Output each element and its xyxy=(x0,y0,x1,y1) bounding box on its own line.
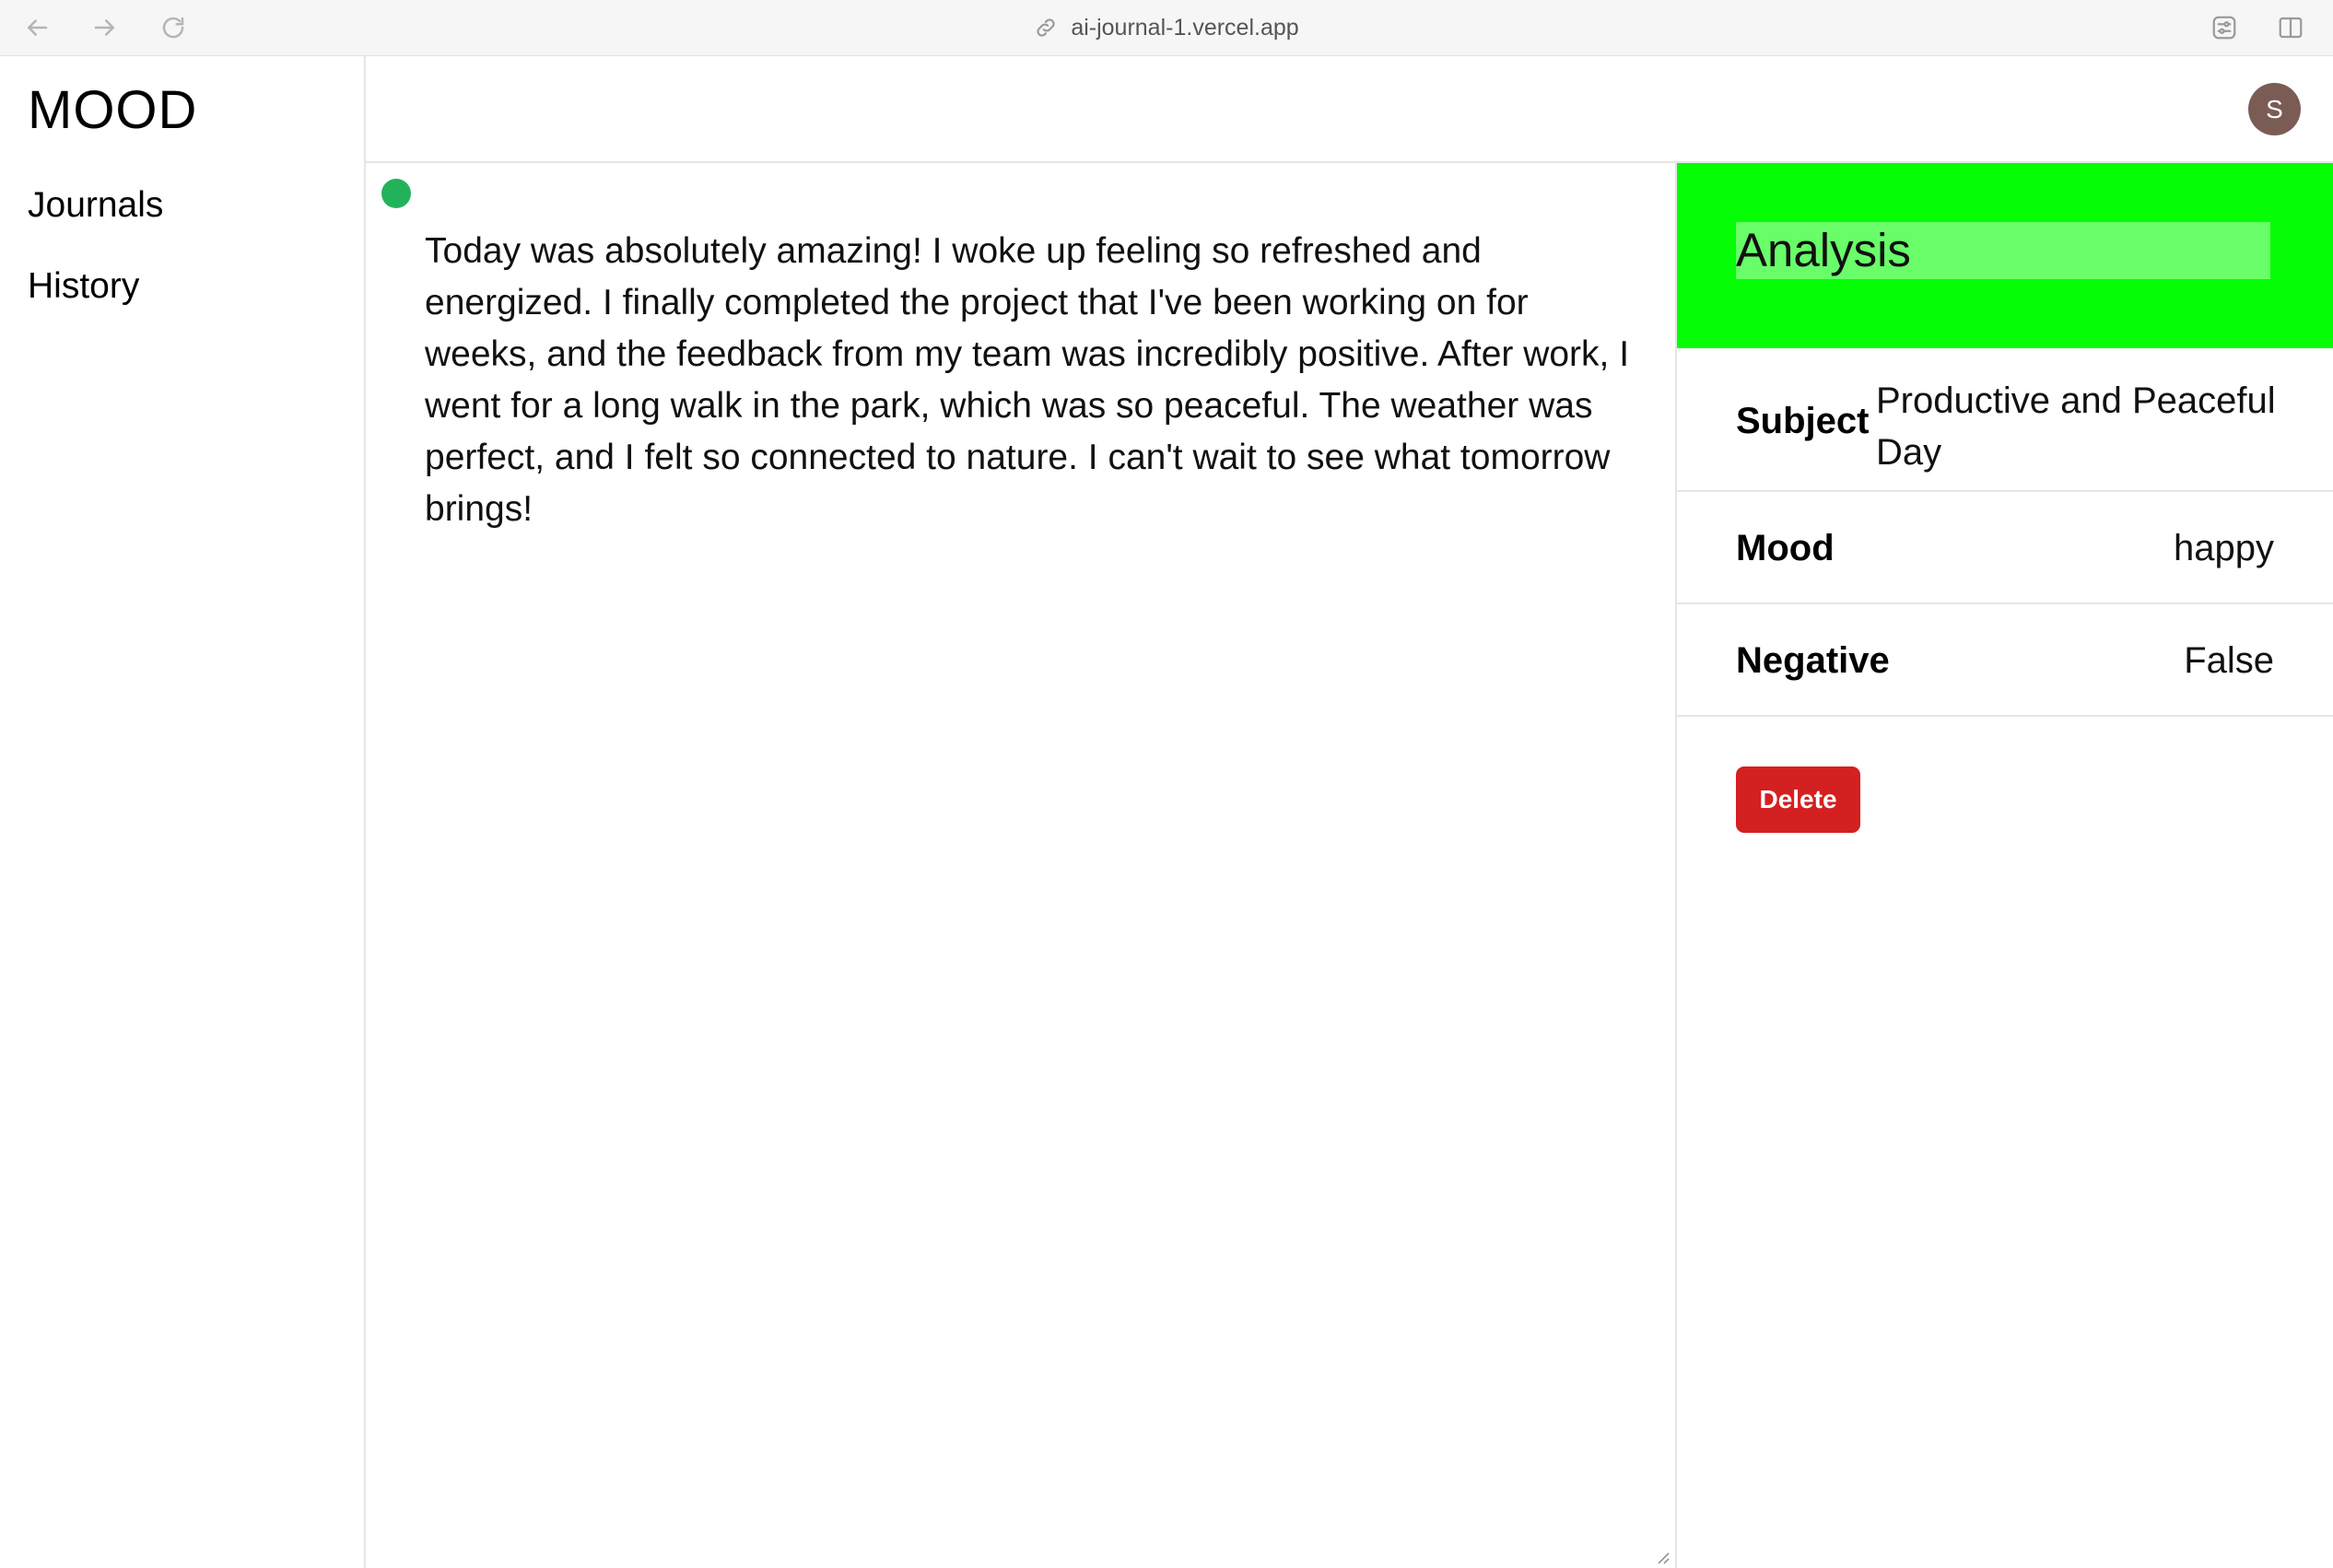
sidebar-toggle-button[interactable] xyxy=(2274,11,2307,44)
arrow-left-icon xyxy=(28,19,48,36)
analysis-header: Analysis xyxy=(1677,163,2333,348)
back-button[interactable] xyxy=(20,11,53,44)
mood-row: Mood happy xyxy=(1677,492,2333,604)
mood-label: Mood xyxy=(1736,528,1835,568)
forward-button[interactable] xyxy=(88,11,122,44)
negative-row: Negative False xyxy=(1677,604,2333,717)
settings-button[interactable] xyxy=(2208,11,2241,44)
subject-value: Productive and Peaceful Day xyxy=(1876,380,2276,473)
brand-logo[interactable]: MOOD xyxy=(28,84,197,137)
user-avatar[interactable]: S xyxy=(2248,83,2301,135)
browser-toolbar: ai-journal-1.vercel.app xyxy=(0,0,2333,56)
negative-label: Negative xyxy=(1736,640,1890,681)
sidebar-item-history[interactable]: History xyxy=(28,268,139,304)
subject-row: Subject Productive and Peaceful Day xyxy=(1677,348,2333,492)
subject-label: Subject xyxy=(1736,401,1870,441)
journal-editor: Today was absolutely amazing! I woke up … xyxy=(366,163,1677,1568)
link-icon xyxy=(1037,18,1055,37)
negative-value: False xyxy=(2184,640,2274,681)
resize-handle-icon[interactable] xyxy=(1653,1548,1670,1564)
analysis-panel: Analysis Subject Productive and Peaceful… xyxy=(1677,163,2333,1568)
url-text[interactable]: ai-journal-1.vercel.app xyxy=(1071,15,1298,41)
split-view-icon xyxy=(2279,17,2303,39)
mood-value: happy xyxy=(2174,528,2274,568)
analysis-title: Analysis xyxy=(1736,222,2270,279)
top-header: S xyxy=(366,56,2333,163)
address-bar: ai-journal-1.vercel.app xyxy=(0,0,2333,55)
sidebar: MOOD Journals History xyxy=(0,56,366,1568)
reload-button[interactable] xyxy=(157,11,190,44)
journal-entry-textarea[interactable]: Today was absolutely amazing! I woke up … xyxy=(425,226,1641,535)
sliders-icon xyxy=(2212,16,2236,40)
arrow-right-icon xyxy=(94,19,114,36)
save-status-indicator xyxy=(381,179,411,208)
reload-icon xyxy=(162,17,184,39)
delete-button[interactable]: Delete xyxy=(1736,766,1860,833)
sidebar-item-journals[interactable]: Journals xyxy=(28,187,163,223)
